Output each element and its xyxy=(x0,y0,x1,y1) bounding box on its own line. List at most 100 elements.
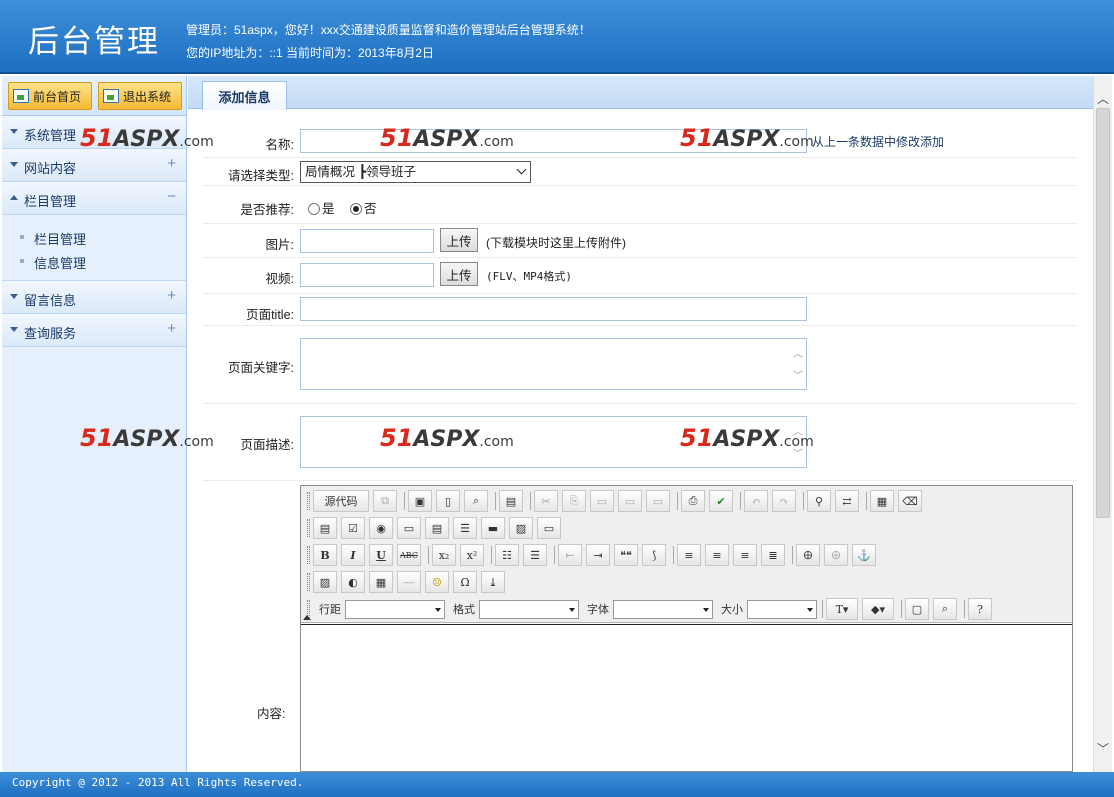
radio-no[interactable] xyxy=(350,203,362,215)
ordered-list-icon[interactable]: ☷ xyxy=(495,544,519,566)
new-page-icon[interactable]: ▯ xyxy=(436,490,460,512)
maximize-icon[interactable]: ▢ xyxy=(905,598,929,620)
italic-button[interactable]: I xyxy=(341,544,365,566)
undo-icon[interactable]: ↶ xyxy=(744,490,768,512)
bullet-list-icon[interactable]: ☰ xyxy=(523,544,547,566)
size-combo[interactable] xyxy=(747,599,817,619)
bg-color-icon[interactable]: ◆▾ xyxy=(862,598,894,620)
editor-content-area[interactable] xyxy=(301,624,1072,771)
sidebar-item-site-content[interactable]: 网站内容 + xyxy=(2,149,186,182)
submenu-item-column[interactable]: 栏目管理 xyxy=(2,229,186,253)
select-all-icon[interactable]: ▦ xyxy=(870,490,894,512)
copy-icon[interactable]: ⎘ xyxy=(562,490,586,512)
copy-from-last-link[interactable]: 从上一条数据中修改添加 xyxy=(812,133,944,150)
name-input[interactable] xyxy=(300,129,807,153)
scroll-down-icon[interactable]: ﹀ xyxy=(1097,740,1109,756)
page-scrollbar[interactable]: ︿ ﹀ xyxy=(1093,76,1112,772)
outdent-icon[interactable]: ⇤ xyxy=(558,544,582,566)
description-textarea[interactable]: ︿ ﹀ xyxy=(300,416,807,468)
submenu-item-info[interactable]: 信息管理 xyxy=(2,253,186,277)
radio-icon[interactable]: ◉ xyxy=(369,517,393,539)
print-icon[interactable]: ⎙ xyxy=(681,490,705,512)
cut-icon[interactable]: ✂ xyxy=(534,490,558,512)
div-container-icon[interactable]: ⟆ xyxy=(642,544,666,566)
tab-add-info[interactable]: 添加信息 xyxy=(202,81,287,110)
help-icon[interactable]: ? xyxy=(968,598,992,620)
video-path-input[interactable] xyxy=(300,263,434,287)
image-path-input[interactable] xyxy=(300,229,434,253)
copy-format-icon[interactable]: ⧉ xyxy=(373,490,397,512)
sidebar-item-column[interactable]: 栏目管理 − xyxy=(2,182,186,215)
image-hint: (下载模块时这里上传附件) xyxy=(486,236,626,250)
spellcheck-icon[interactable]: ✔ xyxy=(709,490,733,512)
align-left-icon[interactable]: ≡ xyxy=(677,544,701,566)
textfield-icon[interactable]: ▭ xyxy=(397,517,421,539)
show-blocks-icon[interactable]: ⌕ xyxy=(933,598,957,620)
blockquote-button[interactable]: ❝❝ xyxy=(614,544,638,566)
line-height-combo[interactable] xyxy=(345,599,445,619)
scroll-up-icon[interactable]: ︿ xyxy=(1097,90,1109,106)
align-justify-icon[interactable]: ≣ xyxy=(761,544,785,566)
logout-button[interactable]: 退出系统 xyxy=(98,82,182,110)
form-row-description: 页面描述: ︿ ﹀ xyxy=(204,404,1076,481)
unlink-icon[interactable]: 🜨 xyxy=(824,544,848,566)
remove-format-icon[interactable]: ⌫ xyxy=(898,490,922,512)
bold-button[interactable]: B xyxy=(313,544,337,566)
format-combo[interactable] xyxy=(479,599,579,619)
video-upload-button[interactable]: 上传 xyxy=(440,262,478,286)
keywords-textarea[interactable]: ︿ ﹀ xyxy=(300,338,807,390)
horizontal-rule-icon[interactable]: ― xyxy=(397,571,421,593)
link-icon[interactable]: 🜨 xyxy=(796,544,820,566)
page-break-icon[interactable]: ⤓ xyxy=(481,571,505,593)
textarea-icon[interactable]: ▤ xyxy=(425,517,449,539)
select-field-icon[interactable]: ☰ xyxy=(453,517,477,539)
insert-image-icon[interactable]: ▨ xyxy=(313,571,337,593)
preview-icon[interactable]: ⌕ xyxy=(464,490,488,512)
image-upload-button[interactable]: 上传 xyxy=(440,228,478,252)
sidebar-item-messages[interactable]: 留言信息 + xyxy=(2,281,186,314)
special-char-icon[interactable]: Ω xyxy=(453,571,477,593)
form-icon[interactable]: ▤ xyxy=(313,517,337,539)
superscript-button[interactable]: x² xyxy=(460,544,484,566)
smiley-icon[interactable]: ☺ xyxy=(425,571,449,593)
expand-icon[interactable]: + xyxy=(167,155,176,172)
anchor-icon[interactable]: ⚓ xyxy=(852,544,876,566)
chevron-down-icon xyxy=(10,129,18,134)
expand-icon[interactable]: + xyxy=(167,320,176,337)
source-button[interactable]: 源代码 xyxy=(313,490,369,512)
save-icon[interactable]: ▣ xyxy=(408,490,432,512)
indent-icon[interactable]: ⇥ xyxy=(586,544,610,566)
button-field-icon[interactable]: ▬ xyxy=(481,517,505,539)
home-button[interactable]: 前台首页 xyxy=(8,82,92,110)
templates-icon[interactable]: ▤ xyxy=(499,490,523,512)
paste-icon[interactable]: ▭ xyxy=(590,490,614,512)
page-title-input[interactable] xyxy=(300,297,807,321)
replace-icon[interactable]: ⇄ xyxy=(835,490,859,512)
recommend-no[interactable]: 否 xyxy=(350,202,377,216)
text-color-icon[interactable]: T▾ xyxy=(826,598,858,620)
hidden-field-icon[interactable]: ▭ xyxy=(537,517,561,539)
recommend-yes[interactable]: 是 xyxy=(308,202,335,216)
underline-button[interactable]: U xyxy=(369,544,393,566)
radio-yes[interactable] xyxy=(308,203,320,215)
collapse-toolbar-icon[interactable] xyxy=(303,615,311,620)
sidebar-item-system[interactable]: 系统管理 xyxy=(2,116,186,149)
find-icon[interactable]: ⚲ xyxy=(807,490,831,512)
collapse-icon[interactable]: − xyxy=(167,188,176,205)
flash-icon[interactable]: ◐ xyxy=(341,571,365,593)
checkbox-icon[interactable]: ☑ xyxy=(341,517,365,539)
table-icon[interactable]: ▦ xyxy=(369,571,393,593)
type-select[interactable]: 局情概况 ┣领导班子 xyxy=(300,161,531,183)
subscript-button[interactable]: x₂ xyxy=(432,544,456,566)
sidebar-item-query[interactable]: 查询服务 + xyxy=(2,314,186,347)
expand-icon[interactable]: + xyxy=(167,287,176,304)
strike-button[interactable]: ABC xyxy=(397,544,421,566)
paste-text-icon[interactable]: ▭ xyxy=(618,490,642,512)
scroll-thumb[interactable] xyxy=(1096,108,1110,518)
image-button-icon[interactable]: ▨ xyxy=(509,517,533,539)
paste-word-icon[interactable]: ▭ xyxy=(646,490,670,512)
align-right-icon[interactable]: ≡ xyxy=(733,544,757,566)
redo-icon[interactable]: ↷ xyxy=(772,490,796,512)
align-center-icon[interactable]: ≡ xyxy=(705,544,729,566)
font-combo[interactable] xyxy=(613,599,713,619)
